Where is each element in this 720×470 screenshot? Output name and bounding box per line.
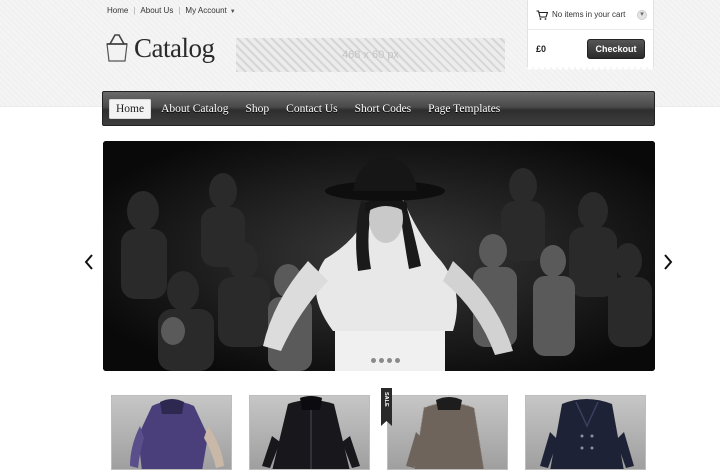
top-link-about[interactable]: About Us [140,6,173,15]
slider-dot-3[interactable] [379,358,384,363]
top-link-home[interactable]: Home [107,6,128,15]
product-image-2 [262,396,360,469]
account-label: My Account [185,5,227,15]
chevron-right-icon[interactable] [661,250,675,274]
product-thumb-4[interactable] [525,395,646,470]
hero-image [103,141,655,371]
shopping-cart-icon [536,9,548,20]
cart-total-row: £0 Checkout [528,30,653,67]
cart-status-row[interactable]: No items in your cart ▾ [528,0,653,30]
chevron-left-icon[interactable] [82,250,96,274]
top-link-account[interactable]: My Account ▼ [185,6,235,15]
cart-total: £0 [536,43,547,54]
hero-slider[interactable] [103,141,655,371]
slider-dots [363,358,400,363]
product-thumb-2[interactable] [249,395,370,470]
top-links: Home | About Us | My Account ▼ [107,4,236,16]
nav-item-page-templates[interactable]: Page Templates [421,99,507,119]
logo-text: Catalog [134,33,215,63]
product-image-3 [406,397,485,469]
caret-down-icon: ▼ [229,8,236,15]
slider-dot-1[interactable] [363,358,368,363]
divider: | [178,5,181,15]
slider-dot-2[interactable] [371,358,376,363]
nav-item-about-catalog[interactable]: About Catalog [154,99,235,119]
main-nav: Home About Catalog Shop Contact Us Short… [102,91,655,126]
nav-item-shop[interactable]: Shop [239,99,277,119]
nav-item-contact-us[interactable]: Contact Us [279,99,344,119]
product-thumb-3[interactable] [387,395,508,470]
ad-banner-placeholder: 468 x 60 px [236,38,505,72]
divider: | [133,5,136,15]
shopping-bag-icon [106,34,128,62]
product-image-4 [540,399,634,469]
slider-dot-5[interactable] [395,358,400,363]
slider-dot-4[interactable] [387,358,392,363]
nav-item-home[interactable]: Home [109,98,152,119]
sale-ribbon-badge: SALE [381,388,392,426]
banner-size-label: 468 x 60 px [342,49,399,61]
sale-badge-text: SALE [383,392,389,407]
checkout-button[interactable]: Checkout [587,38,645,59]
expand-cart-icon[interactable]: ▾ [637,9,647,20]
site-logo[interactable]: Catalog [104,33,215,63]
nav-item-short-codes[interactable]: Short Codes [348,99,419,119]
cart-status: No items in your cart [552,10,626,19]
product-thumb-1[interactable] [111,395,232,470]
cart-widget: No items in your cart ▾ £0 Checkout [527,0,654,72]
product-image-1 [130,399,224,469]
